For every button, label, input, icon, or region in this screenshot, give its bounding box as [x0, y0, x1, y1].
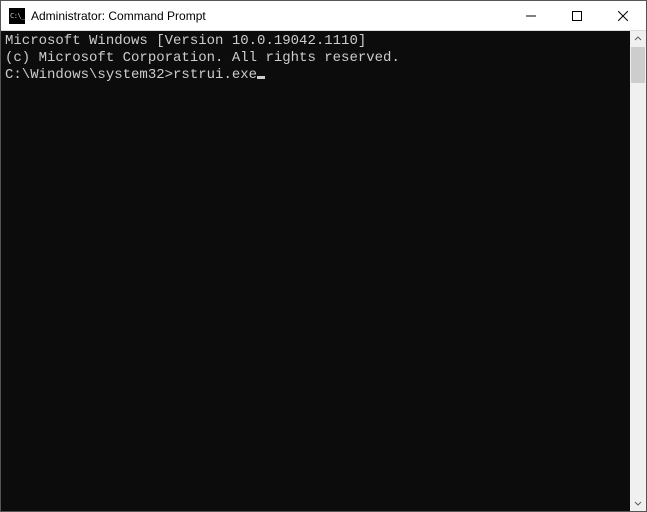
command-prompt-window: Administrator: Command Prompt Micr	[0, 0, 647, 512]
vertical-scrollbar[interactable]	[630, 31, 646, 511]
minimize-button[interactable]	[508, 1, 554, 30]
titlebar[interactable]: Administrator: Command Prompt	[1, 1, 646, 31]
version-line: Microsoft Windows [Version 10.0.19042.11…	[5, 33, 626, 50]
chevron-up-icon	[634, 35, 642, 43]
close-button[interactable]	[600, 1, 646, 30]
client-area: Microsoft Windows [Version 10.0.19042.11…	[1, 31, 646, 511]
prompt-path: C:\Windows\system32>	[5, 67, 173, 83]
scroll-down-button[interactable]	[630, 495, 646, 511]
terminal-output[interactable]: Microsoft Windows [Version 10.0.19042.11…	[1, 31, 630, 511]
window-title: Administrator: Command Prompt	[31, 9, 206, 23]
maximize-icon	[572, 11, 582, 21]
minimize-icon	[526, 11, 536, 21]
prompt-line: C:\Windows\system32>rstrui.exe	[5, 67, 626, 84]
cmd-icon	[9, 8, 25, 24]
maximize-button[interactable]	[554, 1, 600, 30]
text-cursor	[257, 76, 265, 79]
scroll-up-button[interactable]	[630, 31, 646, 47]
close-icon	[618, 11, 628, 21]
copyright-line: (c) Microsoft Corporation. All rights re…	[5, 50, 626, 67]
typed-command: rstrui.exe	[173, 67, 257, 83]
window-controls	[508, 1, 646, 30]
chevron-down-icon	[634, 499, 642, 507]
scroll-thumb[interactable]	[631, 47, 645, 83]
